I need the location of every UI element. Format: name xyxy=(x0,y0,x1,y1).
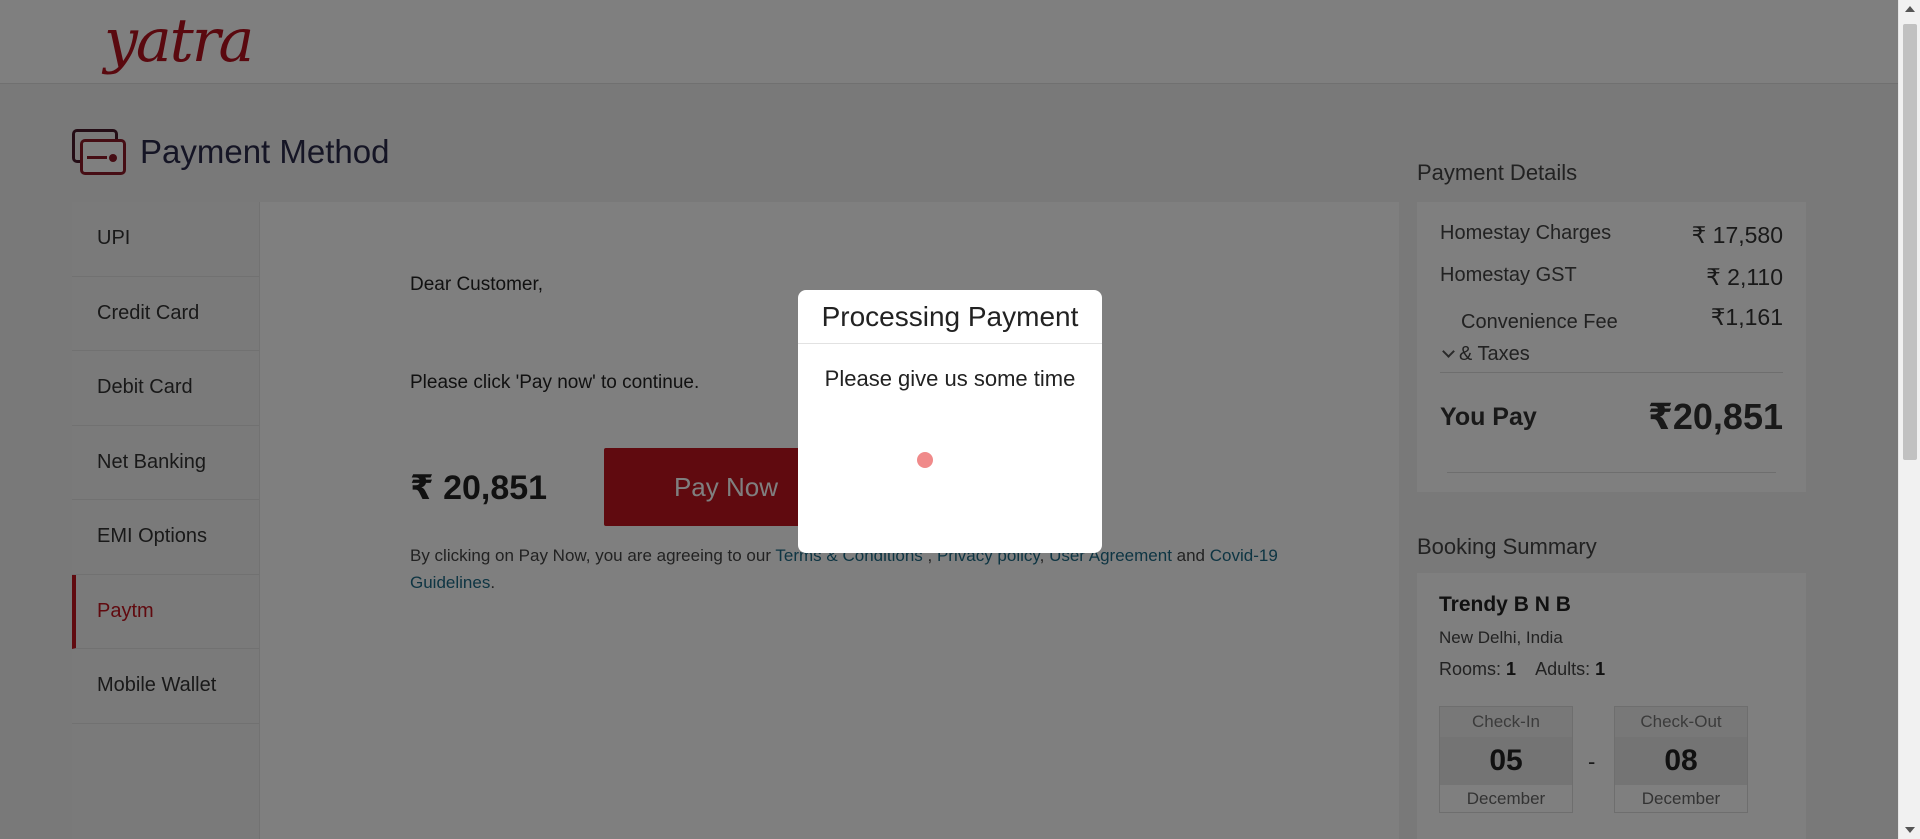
scroll-down-icon[interactable] xyxy=(1905,827,1915,833)
modal-message: Please give us some time xyxy=(824,366,1076,391)
scroll-up-icon[interactable] xyxy=(1905,6,1915,12)
page-scrollbar[interactable] xyxy=(1898,0,1920,839)
processing-payment-modal: Processing Payment Please give us some t… xyxy=(798,290,1102,553)
scroll-thumb[interactable] xyxy=(1903,24,1917,460)
modal-title: Processing Payment xyxy=(798,290,1102,344)
loading-spinner-icon xyxy=(917,452,933,468)
